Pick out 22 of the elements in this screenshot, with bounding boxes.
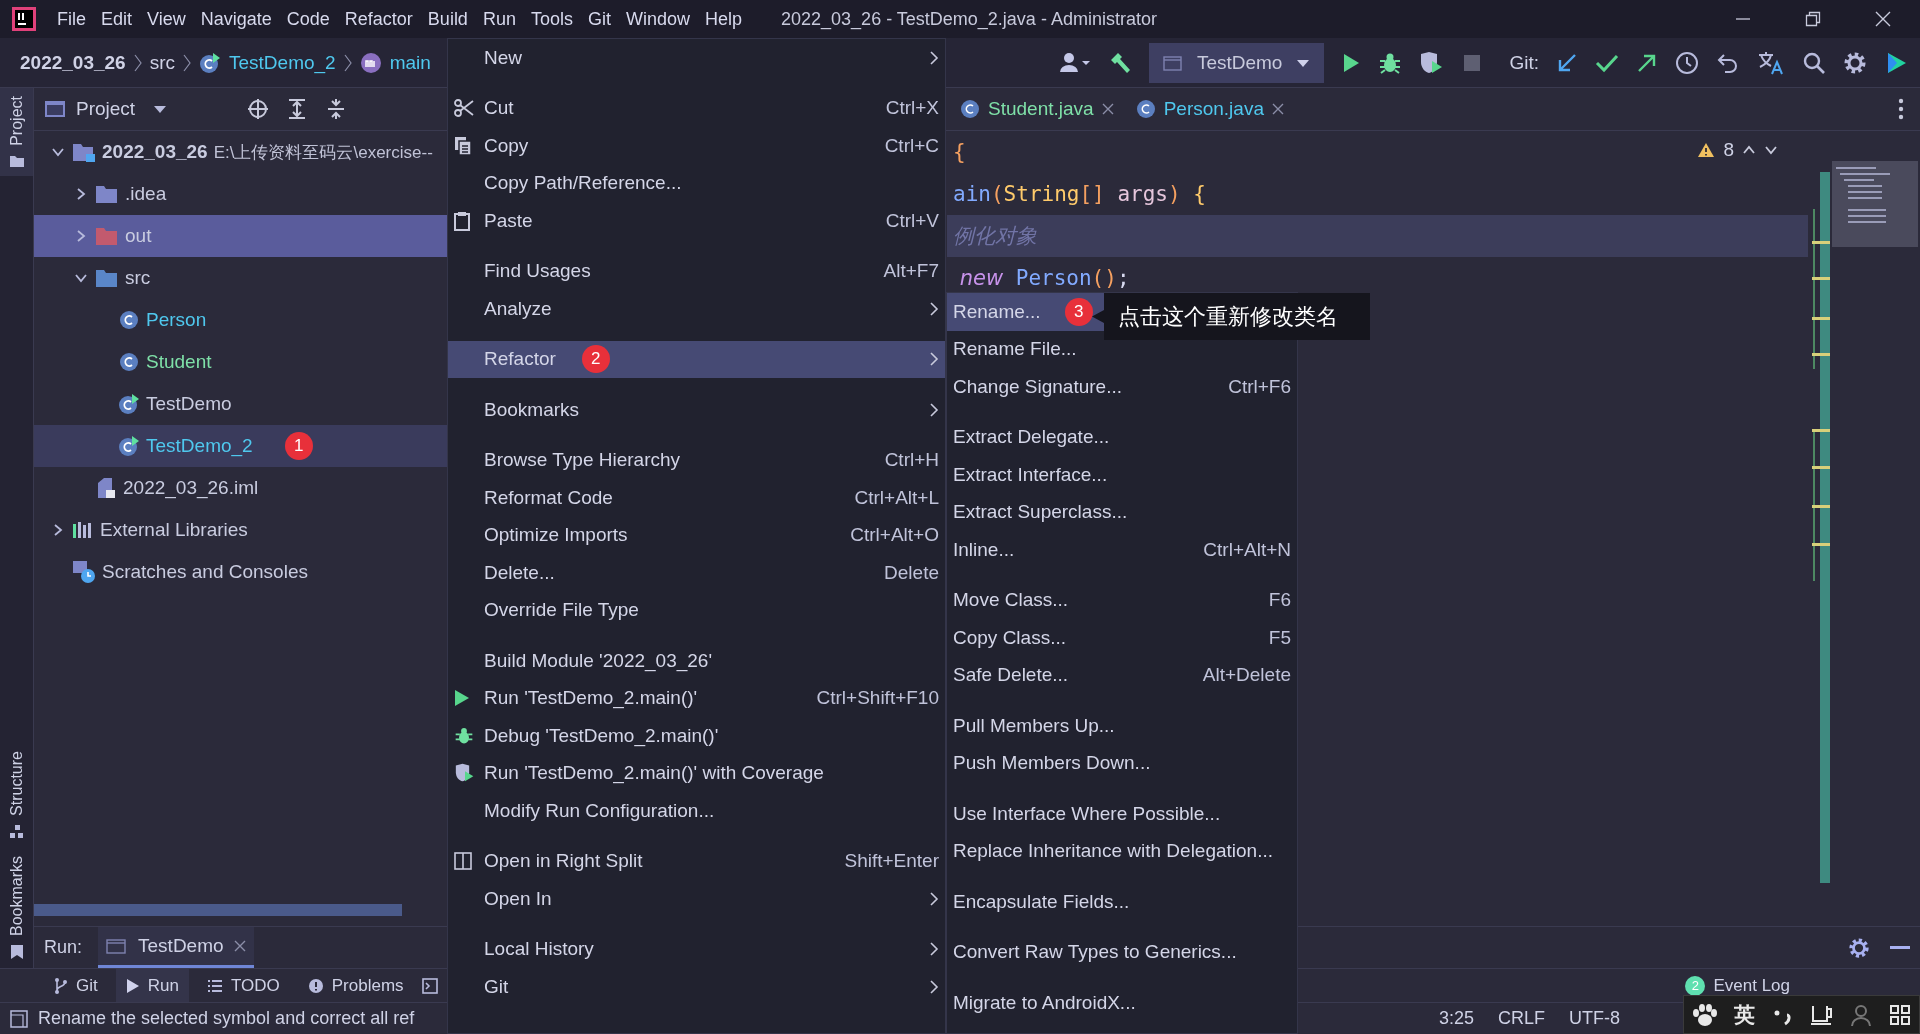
panel-label: Run: — [44, 937, 83, 958]
code-line: { — [952, 139, 967, 166]
path-note: E:\上传资料至码云\exercise-- — [213, 141, 433, 164]
step-badge: 1 — [284, 432, 313, 460]
tree-label: Person — [146, 309, 207, 331]
tree-label: External Libraries — [100, 519, 248, 541]
tooltip: 点击这个重新修改类名 — [1092, 293, 1370, 340]
tree-label: TestDemo_2 — [146, 435, 253, 457]
git-label: Git: — [1509, 51, 1539, 74]
tree-label: out — [125, 225, 152, 247]
tree-label: TestDemo — [146, 393, 232, 415]
status-message: Rename the selected symbol and correct all ref — [38, 1008, 415, 1029]
tree-label: Student — [146, 351, 212, 373]
tree-label: 2022_03_26.iml — [123, 477, 259, 499]
notification-count: 2 — [1685, 975, 1706, 996]
window-title: 2022_03_26 - TestDemo_2.java - Administrator — [781, 8, 1157, 30]
tree-label: src — [125, 267, 151, 289]
code-line: new Person(); — [958, 265, 1131, 292]
tree-label: Scratches and Consoles — [102, 561, 308, 583]
code-line: ain(String[] args) { — [952, 181, 1207, 208]
tree-label: .idea — [125, 183, 167, 205]
tree-label: 2022_03_26 — [102, 141, 208, 163]
